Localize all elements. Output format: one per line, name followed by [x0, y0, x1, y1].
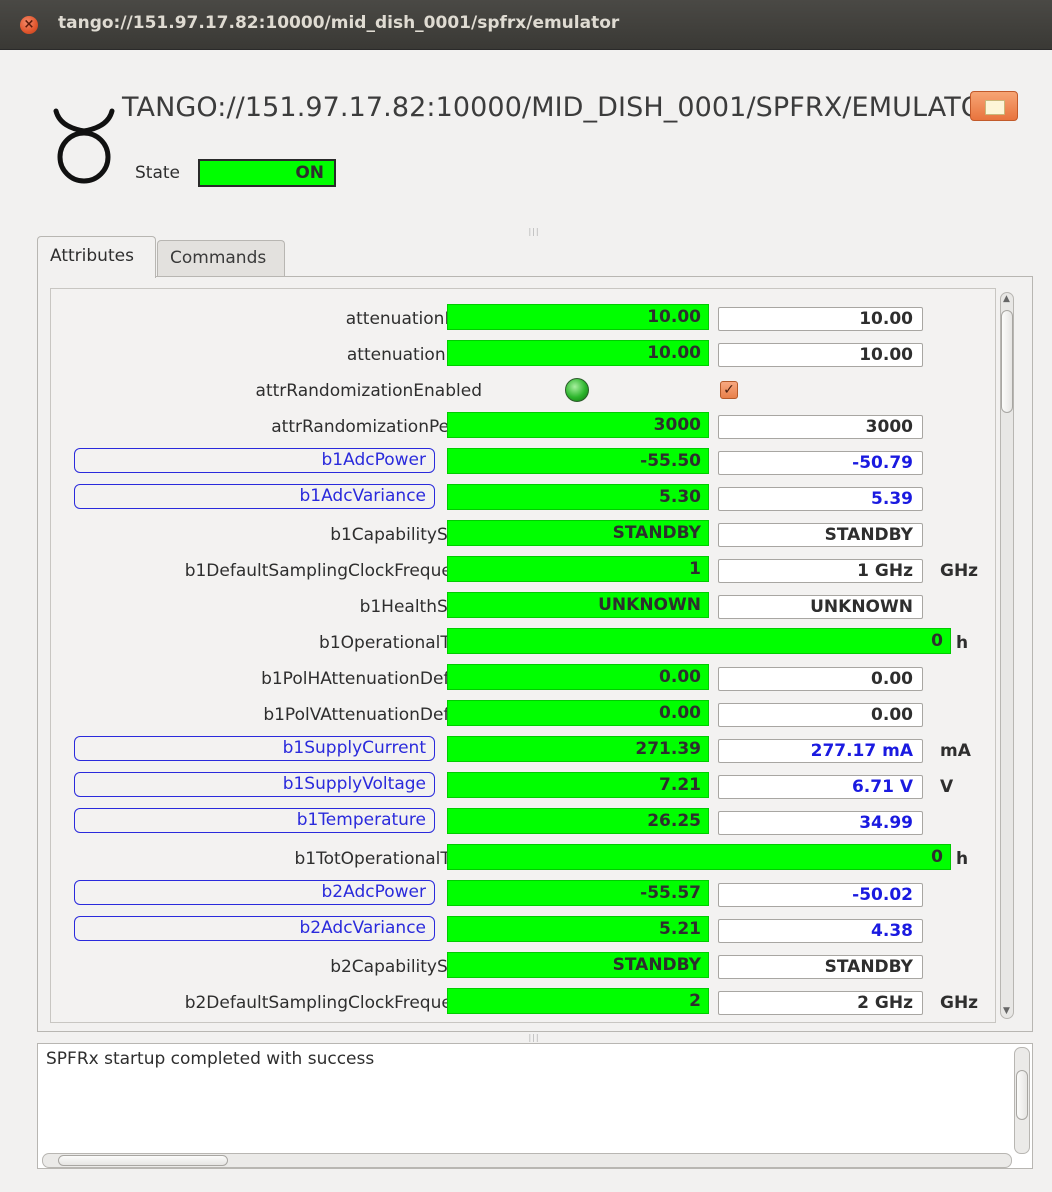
attribute-row: attrRandomizationEnabled ✓	[51, 374, 995, 410]
attribute-read-value: 2	[447, 988, 709, 1014]
attribute-read-value: 0.00	[447, 700, 709, 726]
scroll-down-icon[interactable]: ▼	[1003, 1006, 1010, 1016]
close-icon[interactable]: ×	[20, 16, 38, 34]
attribute-write-value[interactable]: 0.00	[718, 703, 923, 727]
attribute-write-value[interactable]: STANDBY	[718, 523, 923, 547]
attribute-read-value: 10.00	[447, 340, 709, 366]
log-message: SPFRx startup completed with success	[46, 1049, 375, 1069]
attribute-label[interactable]: b1AdcVariance	[74, 484, 435, 509]
attribute-row: b1SupplyCurrent 271.39 277.17 mA mA	[51, 734, 995, 770]
attribute-list[interactable]: attenuationPolH 10.00 10.00 attenuationPolV…	[50, 288, 996, 1023]
attribute-read-value: STANDBY	[447, 952, 709, 978]
attribute-row: attrRandomizationPeriod 3000 3000	[51, 410, 995, 446]
checkbox-checked-icon[interactable]: ✓	[720, 381, 738, 399]
log-vertical-scrollbar[interactable]	[1014, 1047, 1030, 1154]
attribute-row: b1AdcPower -55.50 -50.79	[51, 446, 995, 482]
attribute-row: b1Temperature 26.25 34.99	[51, 806, 995, 842]
attribute-write-value[interactable]: 1 GHz	[718, 559, 923, 583]
attribute-write-value[interactable]: UNKNOWN	[718, 595, 923, 619]
attribute-write-value[interactable]: 4.38	[718, 919, 923, 943]
log-vscroll-thumb[interactable]	[1016, 1070, 1028, 1120]
attribute-read-value: 0.00	[447, 664, 709, 690]
attribute-row: b1OperationalTime 0 h	[51, 626, 995, 662]
folder-icon	[985, 100, 1005, 115]
attribute-write-value[interactable]: -50.02	[718, 883, 923, 907]
log-horizontal-scrollbar[interactable]	[42, 1153, 1012, 1168]
attribute-row: b2AdcVariance 5.21 4.38	[51, 914, 995, 950]
window-titlebar: × tango://151.97.17.82:10000/mid_dish_00…	[0, 0, 1052, 50]
attribute-row: b1PolHAttenuationDefault 0.00 0.00	[51, 662, 995, 698]
state-label: State	[135, 163, 180, 183]
device-name-title: TANGO://151.97.17.82:10000/MID_DISH_0001…	[122, 92, 1002, 123]
tab-attributes[interactable]: Attributes	[37, 236, 156, 278]
attribute-write-value[interactable]: 34.99	[718, 811, 923, 835]
attribute-read-value: 3000	[447, 412, 709, 438]
attribute-label[interactable]: b2AdcPower	[74, 880, 435, 905]
attribute-read-value: 5.21	[447, 916, 709, 942]
attribute-read-value: 0	[447, 628, 951, 654]
attribute-read-value: 0	[447, 844, 951, 870]
attribute-write-value[interactable]: 10.00	[718, 343, 923, 367]
tab-commands[interactable]: Commands	[157, 240, 285, 276]
attribute-row: b1PolVAttenuationDefault 0.00 0.00	[51, 698, 995, 734]
attribute-write-value[interactable]: STANDBY	[718, 955, 923, 979]
attribute-write-value[interactable]: 6.71 V	[718, 775, 923, 799]
attribute-unit: V	[940, 777, 954, 797]
attribute-row: b1CapabilityState STANDBY STANDBY	[51, 518, 995, 554]
attribute-read-value: 5.30	[447, 484, 709, 510]
attribute-label[interactable]: b2AdcVariance	[74, 916, 435, 941]
attribute-read-value: UNKNOWN	[447, 592, 709, 618]
attribute-read-value: 7.21	[447, 772, 709, 798]
attribute-label: b1DefaultSamplingClockFrequency	[184, 561, 482, 581]
attribute-read-value: -55.50	[447, 448, 709, 474]
attribute-row: b1HealthState UNKNOWN UNKNOWN	[51, 590, 995, 626]
attribute-read-value: 26.25	[447, 808, 709, 834]
attribute-read-value: -55.57	[447, 880, 709, 906]
attribute-row: b1DefaultSamplingClockFrequency 1 1 GHz GHz	[51, 554, 995, 590]
attribute-write-value[interactable]: 277.17 mA	[718, 739, 923, 763]
attribute-unit: GHz	[940, 561, 979, 581]
attribute-read-value: 1	[447, 556, 709, 582]
attribute-label[interactable]: b1SupplyCurrent	[74, 736, 435, 761]
attribute-label[interactable]: b1AdcPower	[74, 448, 435, 473]
log-output[interactable]: SPFRx startup completed with success	[37, 1043, 1033, 1169]
attribute-read-value: STANDBY	[447, 520, 709, 546]
attribute-row: b2AdcPower -55.57 -50.02	[51, 878, 995, 914]
attribute-row: b1AdcVariance 5.30 5.39	[51, 482, 995, 518]
attribute-label[interactable]: b1Temperature	[74, 808, 435, 833]
attribute-row: b1TotOperationalTime 0 h	[51, 842, 995, 878]
attribute-label: b2DefaultSamplingClockFrequency	[184, 993, 482, 1013]
attribute-unit: GHz	[940, 993, 979, 1013]
attribute-row: attenuationPolV 10.00 10.00	[51, 338, 995, 374]
green-led-icon	[565, 378, 589, 402]
scroll-up-icon[interactable]: ▲	[1003, 294, 1010, 304]
attribute-row: b1SupplyVoltage 7.21 6.71 V V	[51, 770, 995, 806]
open-device-button[interactable]	[970, 91, 1018, 121]
splitter-handle-bottom[interactable]: |||	[527, 1034, 541, 1042]
attribute-unit: h	[956, 849, 969, 869]
attribute-row: b2DefaultSamplingClockFrequency 2 2 GHz GHz	[51, 986, 995, 1022]
attribute-write-value[interactable]: 10.00	[718, 307, 923, 331]
attribute-row: b2CapabilityState STANDBY STANDBY	[51, 950, 995, 986]
splitter-handle-top[interactable]: |||	[527, 228, 541, 236]
attribute-write-value[interactable]: 3000	[718, 415, 923, 439]
attribute-unit: h	[956, 633, 969, 653]
attribute-unit: mA	[940, 741, 971, 761]
attribute-label: attrRandomizationEnabled	[255, 381, 482, 401]
attribute-write-value[interactable]: -50.79	[718, 451, 923, 475]
attribute-label[interactable]: b1SupplyVoltage	[74, 772, 435, 797]
attribute-write-value[interactable]: 0.00	[718, 667, 923, 691]
attribute-write-value[interactable]: 2 GHz	[718, 991, 923, 1015]
attribute-read-value: 10.00	[447, 304, 709, 330]
attribute-read-value: 271.39	[447, 736, 709, 762]
attribute-list-scrollbar[interactable]: ▲ ▼	[997, 288, 1017, 1023]
attribute-write-value[interactable]: 5.39	[718, 487, 923, 511]
log-hscroll-thumb[interactable]	[58, 1155, 228, 1166]
taurus-logo-icon	[53, 108, 115, 184]
attribute-row: attenuationPolH 10.00 10.00	[51, 302, 995, 338]
window-title: tango://151.97.17.82:10000/mid_dish_0001…	[58, 13, 620, 33]
state-value: ON	[198, 159, 336, 187]
scrollbar-thumb[interactable]	[1001, 310, 1013, 413]
